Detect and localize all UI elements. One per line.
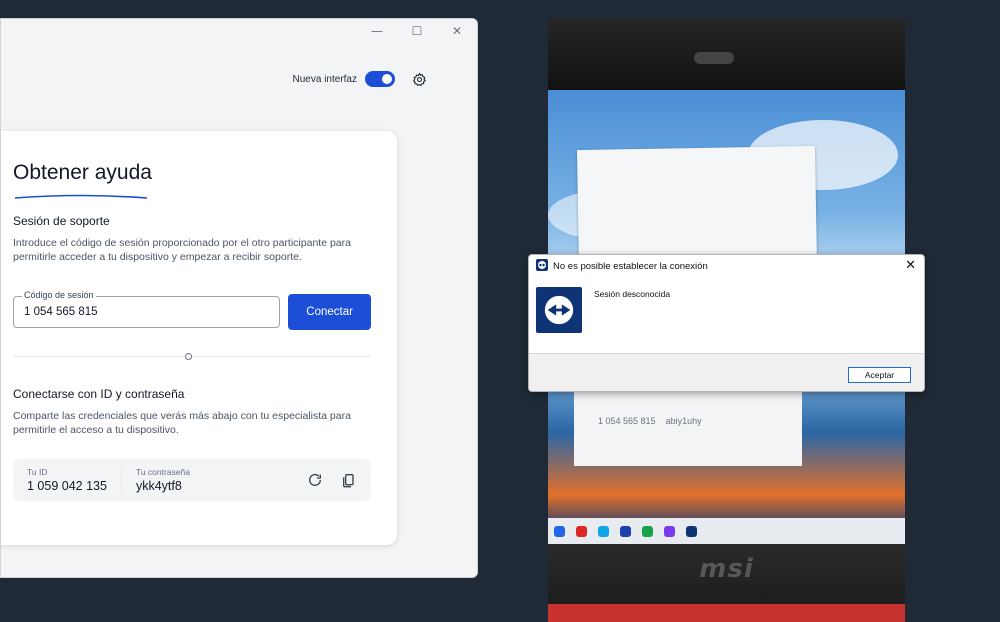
- your-id-label: Tu ID: [27, 467, 48, 477]
- taskbar-icon: [642, 525, 653, 537]
- dialog-footer: Aceptar: [529, 353, 924, 391]
- page-title: Obtener ayuda: [13, 161, 152, 184]
- bottom-strip: [1, 565, 477, 577]
- remote-session-code: 1 054 565 815: [598, 416, 656, 426]
- your-password-value: ykk4ytf8: [135, 479, 182, 493]
- remote-credentials: 1 054 565 815 abiy1uhy: [598, 416, 702, 426]
- your-password: Tu contraseña ykk4ytf8: [120, 467, 190, 493]
- title-bar: — ☐ ✕: [1, 19, 477, 43]
- new-interface-toggle[interactable]: [365, 71, 395, 87]
- title-underline: [14, 194, 148, 199]
- teamviewer-icon: [536, 258, 548, 274]
- dialog-close-icon[interactable]: ✕: [905, 258, 916, 273]
- top-bar: Nueva interfaz: [293, 71, 427, 87]
- id-password-description: Comparte las credenciales que verás más …: [13, 410, 351, 436]
- webcam: [694, 52, 734, 64]
- remote-taskbar: [548, 518, 905, 544]
- your-id: Tu ID 1 059 042 135: [27, 467, 107, 493]
- taskbar-icon: [664, 525, 675, 537]
- dialog-message: Sesión desconocida: [594, 289, 671, 299]
- remote-credentials-window: 1 054 565 815 abiy1uhy: [574, 390, 802, 466]
- support-session-heading: Sesión de soporte: [13, 214, 110, 228]
- session-code-input[interactable]: [14, 297, 280, 327]
- maximize-button[interactable]: ☐: [397, 19, 437, 43]
- your-password-label: Tu contraseña: [135, 467, 190, 477]
- teamviewer-logo: [536, 287, 582, 333]
- taskbar-icon: [576, 525, 587, 537]
- gear-icon[interactable]: [411, 71, 427, 87]
- taskbar-icon: [554, 525, 565, 537]
- laptop-red-edge: [548, 604, 905, 622]
- divider: [13, 353, 371, 360]
- credentials-box: Tu ID 1 059 042 135 Tu contraseña ykk4yt…: [13, 459, 371, 501]
- error-dialog: No es posible establecer la conexión ✕ S…: [528, 254, 925, 392]
- taskbar-icon: [598, 525, 609, 537]
- dialog-body: Sesión desconocida: [529, 277, 924, 353]
- teamviewer-window: — ☐ ✕ Nueva interfaz Obtener ayuda Sesió…: [0, 18, 478, 578]
- session-code-field: Código de sesión: [13, 290, 281, 328]
- minimize-button[interactable]: —: [357, 19, 397, 43]
- your-id-value: 1 059 042 135: [27, 479, 107, 493]
- session-row: Código de sesión Conectar: [13, 290, 371, 330]
- remote-teamviewer-window: [576, 145, 818, 271]
- laptop-bezel: [548, 18, 905, 90]
- laptop-brand: msi: [699, 554, 754, 584]
- taskbar-icon: [686, 525, 697, 537]
- remote-password: abiy1uhy: [665, 416, 702, 426]
- accept-button[interactable]: Aceptar: [848, 367, 911, 383]
- taskbar-icon: [620, 525, 631, 537]
- id-password-heading: Conectarse con ID y contraseña: [13, 387, 185, 401]
- connect-button[interactable]: Conectar: [288, 294, 371, 330]
- credential-actions: [307, 472, 357, 492]
- dialog-title-bar: No es posible establecer la conexión: [529, 255, 924, 277]
- dialog-title: No es posible establecer la conexión: [553, 260, 708, 272]
- copy-icon[interactable]: [341, 472, 357, 492]
- close-button[interactable]: ✕: [437, 19, 477, 43]
- help-card: Obtener ayuda Sesión de soporte Introduc…: [1, 131, 397, 545]
- divider-dot: [185, 353, 192, 360]
- session-code-label: Código de sesión: [22, 290, 96, 300]
- support-session-description: Introduce el código de sesión proporcion…: [13, 237, 351, 263]
- refresh-icon[interactable]: [307, 472, 323, 492]
- new-interface-label: Nueva interfaz: [292, 73, 357, 85]
